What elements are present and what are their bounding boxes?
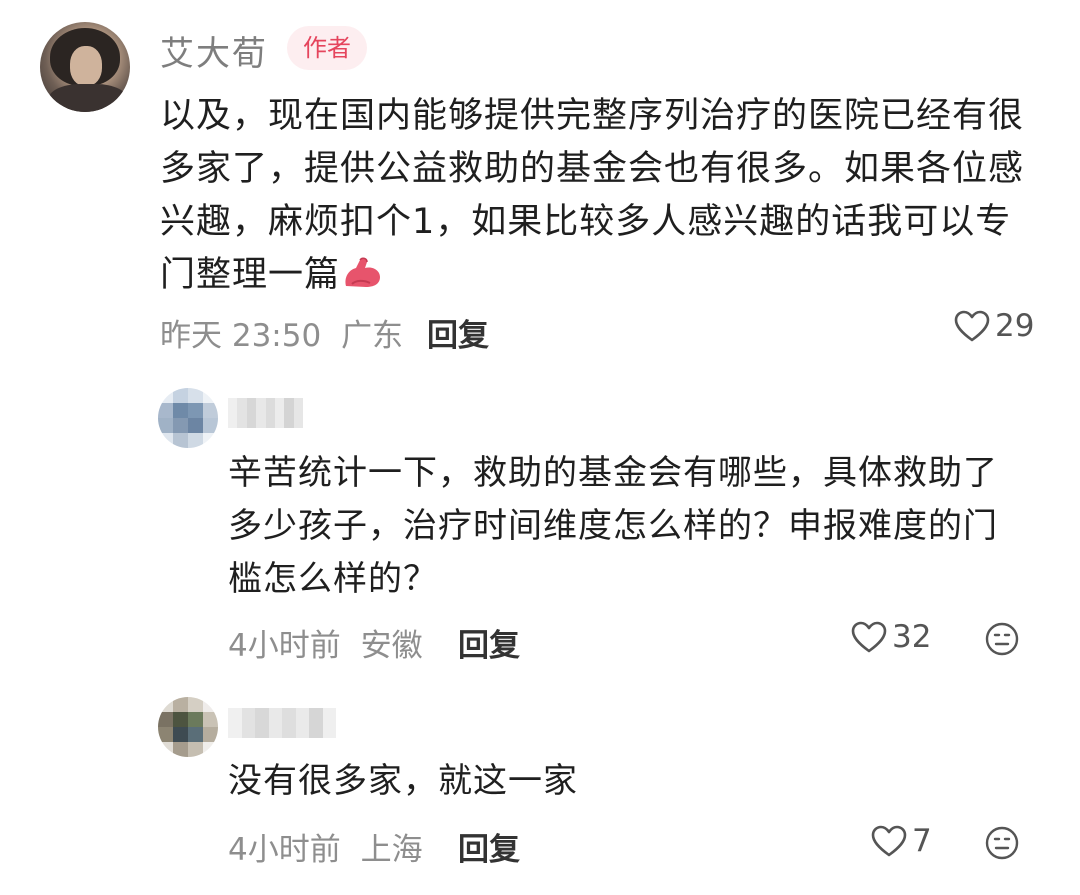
author-badge: 作者 bbox=[287, 26, 367, 70]
reply-like-count-2: 7 bbox=[912, 823, 932, 859]
reply-text-2: 没有很多家，就这一家 bbox=[228, 761, 578, 801]
avatar-body bbox=[48, 84, 128, 112]
reply-button-2[interactable]: 回复 bbox=[458, 824, 520, 869]
author-avatar[interactable] bbox=[40, 22, 130, 112]
emoji-reaction-icon[interactable] bbox=[985, 826, 1019, 860]
reply-location-2: 上海 bbox=[360, 832, 423, 868]
reply-username-1-blurred[interactable] bbox=[228, 398, 303, 428]
main-comment-location: 广东 bbox=[341, 318, 404, 354]
reply-avatar-1[interactable] bbox=[158, 388, 218, 448]
main-comment-time: 昨天 23:50 bbox=[160, 318, 322, 354]
reply-location-1: 安徽 bbox=[360, 628, 423, 664]
reply-button-1[interactable]: 回复 bbox=[458, 620, 520, 665]
reply-meta-2: 4小时前 上海 bbox=[228, 824, 423, 869]
reply-like-count-1: 32 bbox=[892, 619, 932, 655]
heart-icon bbox=[851, 621, 887, 653]
main-like-button[interactable]: 29 bbox=[953, 308, 1034, 344]
main-comment-text: 以及，现在国内能够提供完整序列治疗的医院已经有很多家了，提供公益救助的基金会也有… bbox=[160, 90, 1045, 302]
reply-username-2-blurred[interactable] bbox=[228, 708, 336, 738]
reply-like-button-1[interactable]: 32 bbox=[850, 619, 931, 655]
emoji-reaction-icon[interactable] bbox=[985, 622, 1019, 656]
reply-meta-1: 4小时前 安徽 bbox=[228, 620, 423, 665]
reply-text-1: 辛苦统计一下，救助的基金会有哪些，具体救助了多少孩子，治疗时间维度怎么样的？申报… bbox=[228, 453, 998, 599]
heart-icon bbox=[871, 825, 907, 857]
avatar-face bbox=[70, 46, 102, 86]
flexed-biceps-icon bbox=[345, 257, 381, 287]
main-reply-button[interactable]: 回复 bbox=[427, 310, 489, 355]
author-username[interactable]: 艾大荀 bbox=[160, 26, 268, 75]
main-like-count: 29 bbox=[995, 308, 1035, 344]
heart-icon bbox=[954, 310, 990, 342]
reply-avatar-2[interactable] bbox=[158, 697, 218, 757]
main-comment-body: 以及，现在国内能够提供完整序列治疗的医院已经有很多家了，提供公益救助的基金会也有… bbox=[160, 96, 1025, 295]
reply-time-1: 4小时前 bbox=[228, 628, 341, 664]
reply-like-button-2[interactable]: 7 bbox=[870, 823, 932, 859]
reply-time-2: 4小时前 bbox=[228, 832, 341, 868]
main-comment-meta: 昨天 23:50 广东 bbox=[160, 310, 403, 355]
